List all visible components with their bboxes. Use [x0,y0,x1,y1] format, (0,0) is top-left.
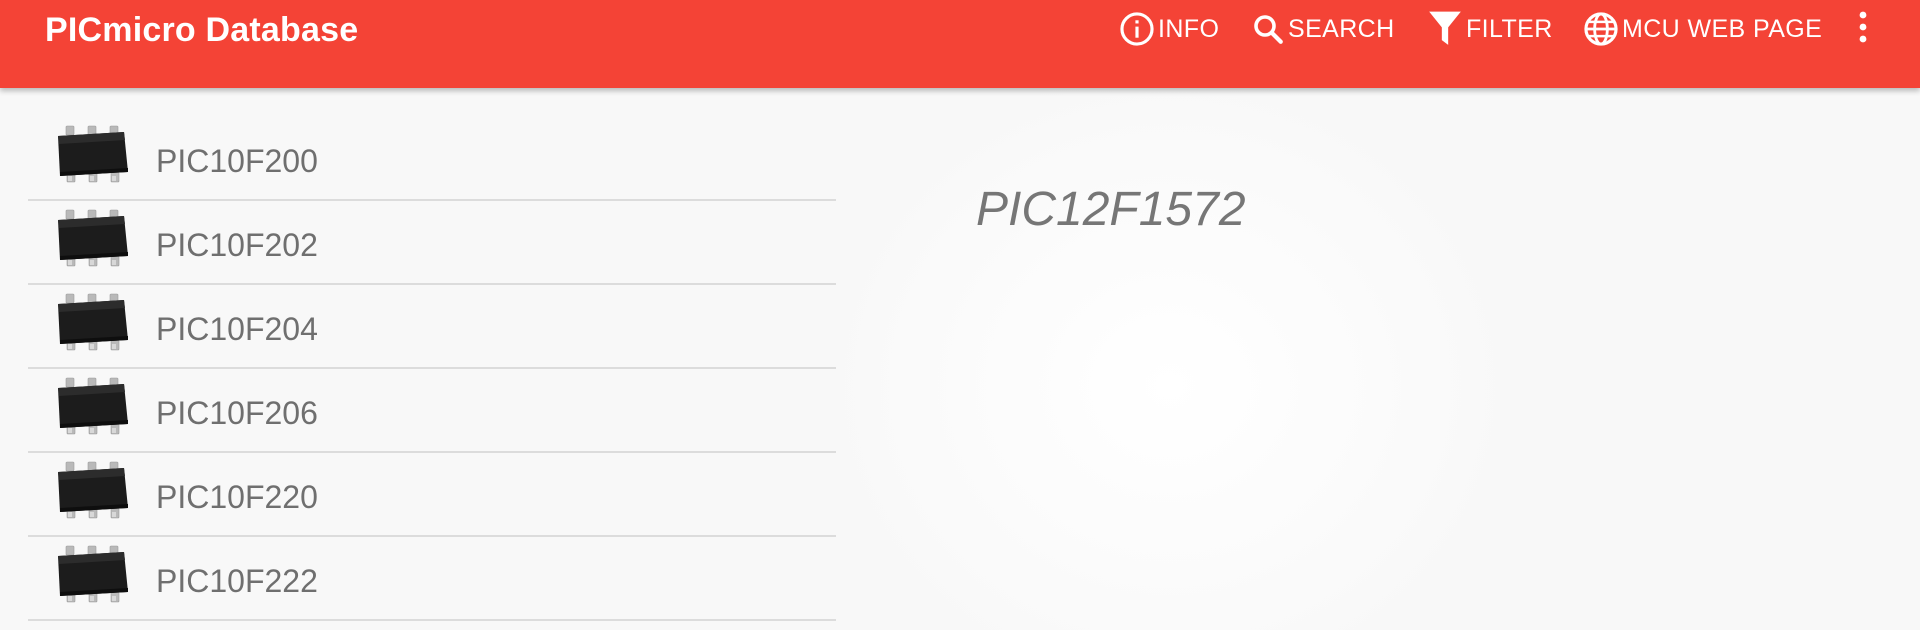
overflow-menu-button[interactable] [1845,8,1881,50]
globe-icon [1582,10,1620,48]
list-item[interactable]: PIC10F202 [28,201,836,285]
filter-icon [1426,8,1464,50]
info-button[interactable]: INFO [1118,8,1219,50]
chip-icon [52,290,132,360]
chip-icon [52,122,132,192]
list-item-label: PIC10F202 [156,227,318,263]
list-item-label: PIC10F204 [156,311,318,347]
list-item-label: PIC10F220 [156,479,318,515]
list-item[interactable]: PIC10F222 [28,537,836,621]
app-title: PICmicro Database [45,11,359,49]
chip-icon [52,374,132,444]
list-item[interactable]: PIC10F204 [28,285,836,369]
app-bar: PICmicro Database INFO SEARCH FILTER MCU… [0,0,1920,88]
more-vert-icon [1857,10,1869,49]
search-icon [1250,11,1286,47]
list-item-label: PIC10F206 [156,395,318,431]
info-icon [1118,10,1156,48]
list-item-label: PIC10F200 [156,143,318,179]
chip-icon [52,206,132,276]
mcu-web-page-label: MCU WEB PAGE [1622,14,1823,43]
detail-title: PIC12F1572 [976,183,1246,236]
search-label: SEARCH [1288,14,1395,43]
filter-label: FILTER [1466,14,1553,43]
detail-background [840,88,1500,630]
list-item-label: PIC10F222 [156,563,318,599]
info-label: INFO [1158,14,1220,43]
list-item[interactable]: PIC10F220 [28,453,836,537]
mcu-web-page-button[interactable]: MCU WEB PAGE [1582,8,1822,50]
search-button[interactable]: SEARCH [1250,8,1395,50]
chip-icon [52,542,132,612]
chip-icon [52,458,132,528]
list-item[interactable]: PIC10F206 [28,369,836,453]
list-item[interactable]: PIC10F200 [28,117,836,201]
filter-button[interactable]: FILTER [1426,8,1553,50]
mcu-list: PIC10F200 PIC10F202 PIC10F204 PIC10F206 … [28,117,836,621]
